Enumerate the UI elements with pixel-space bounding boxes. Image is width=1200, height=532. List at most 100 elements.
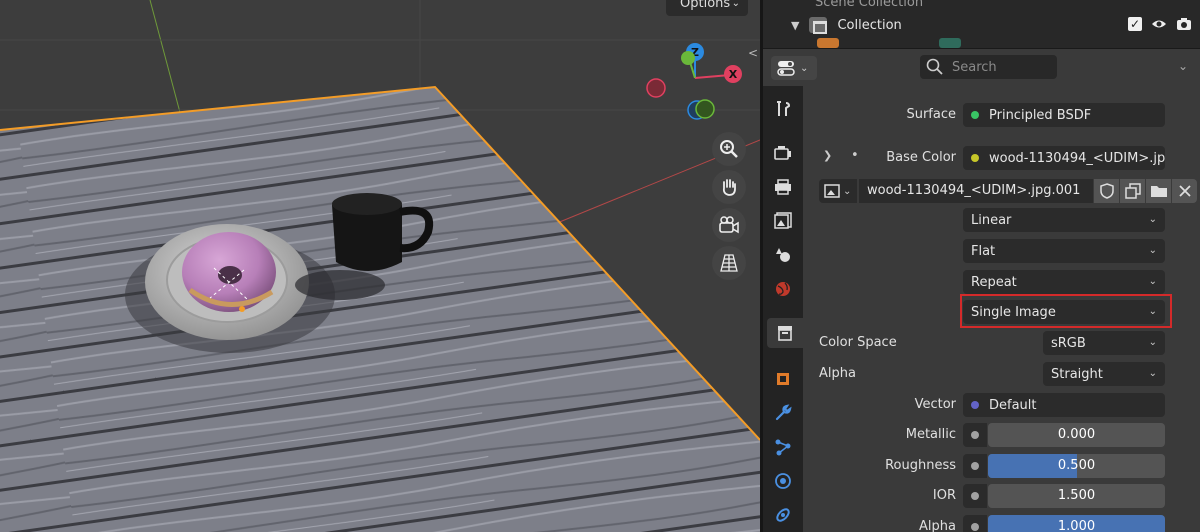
chevron-down-icon[interactable]: ⌄ [1178, 59, 1188, 73]
ior-label: IOR [932, 488, 956, 503]
search-field[interactable]: Search [920, 55, 1057, 79]
annotation-highlight-box [960, 294, 1172, 328]
printer-icon [775, 179, 791, 195]
object-tab[interactable] [767, 364, 799, 394]
interpolation-dropdown[interactable]: Linear ⌄ [963, 208, 1165, 232]
properties-tabs [763, 86, 803, 532]
wrench-screwdriver-icon [777, 101, 791, 116]
projection-value: Flat [971, 243, 996, 259]
modifier-tab[interactable] [767, 398, 799, 428]
navigation-gizmo[interactable]: Z X [640, 40, 750, 130]
orbit-icon [775, 473, 791, 489]
color-space-dropdown[interactable]: sRGB ⌄ [1043, 331, 1165, 355]
alpha-mode-value: Straight [1051, 366, 1103, 382]
options-dropdown[interactable]: Options ⌄ [666, 0, 748, 16]
collection-tab[interactable] [767, 318, 803, 348]
metallic-slider[interactable]: 0.000 [988, 423, 1165, 447]
image-datablock-row: ⌄ wood-1130494_<UDIM>.jpg.001 [819, 179, 1197, 203]
physics-tab[interactable] [767, 466, 799, 496]
chevron-down-icon: ⌄ [1148, 245, 1157, 256]
zoom-button[interactable] [712, 132, 746, 166]
image-icon [774, 212, 792, 229]
roughness-label: Roughness [885, 458, 956, 473]
chevron-down-icon[interactable]: ❯ [823, 149, 832, 162]
fake-user-button[interactable] [1094, 179, 1119, 203]
base-color-field[interactable]: wood-1130494_<UDIM>.jpg.001 [963, 146, 1165, 170]
alpha-value: 1.000 [1057, 519, 1096, 532]
folder-icon [1150, 186, 1167, 197]
square-icon [777, 373, 789, 385]
surface-row: Surface Principled BSDF [803, 103, 1200, 127]
particles-tab[interactable] [767, 432, 799, 462]
base-color-value: wood-1130494_<UDIM>.jpg.001 [989, 150, 1165, 166]
output-tab[interactable] [767, 172, 799, 202]
outliner[interactable]: Scene Collection ▼ Collection ✓ [763, 0, 1200, 48]
camera-render-icon[interactable] [1176, 17, 1192, 31]
render-tab[interactable] [767, 138, 799, 168]
hand-icon [722, 179, 736, 196]
color-socket-icon [971, 154, 979, 162]
scene-icon [776, 248, 790, 262]
3d-viewport[interactable]: Options ⌄ Z X < [0, 0, 760, 532]
perspective-toggle-button[interactable] [712, 246, 746, 280]
grid-perspective-icon [720, 254, 738, 272]
image-name-field[interactable]: wood-1130494_<UDIM>.jpg.001 [859, 179, 1093, 203]
nodes-icon [775, 439, 791, 456]
roughness-slider[interactable]: 0.500 [988, 454, 1165, 478]
collection-icon [809, 17, 828, 34]
socket-dot-icon [971, 523, 979, 531]
unlink-button[interactable] [1172, 179, 1197, 203]
collection-row[interactable]: ▼ Collection ✓ [763, 14, 1200, 36]
chevron-down-icon[interactable]: ▼ [791, 19, 799, 32]
roughness-row: Roughness 0.500 [803, 454, 1200, 478]
ior-socket-button[interactable] [963, 484, 987, 508]
exclude-checkbox[interactable]: ✓ [1128, 17, 1142, 31]
chevron-down-icon: ⌄ [843, 185, 852, 197]
camera-icon [719, 216, 739, 234]
world-tab[interactable] [767, 274, 799, 304]
roughness-value: 0.500 [1057, 458, 1096, 473]
base-color-row: ❯ • Base Color wood-1130494_<UDIM>.jpg.0… [803, 146, 1200, 170]
vector-field[interactable]: Default [963, 393, 1165, 417]
surface-label: Surface [906, 107, 956, 122]
svg-text:X: X [729, 68, 738, 81]
alpha-mode-label: Alpha [819, 366, 856, 381]
tool-tab[interactable] [767, 94, 799, 124]
constraints-tab[interactable] [767, 500, 799, 530]
object-icon [817, 38, 839, 48]
properties-editor-icon [777, 61, 795, 76]
alpha-socket-button[interactable] [963, 515, 987, 532]
camera-view-button[interactable] [712, 208, 746, 242]
close-icon [1178, 185, 1191, 197]
surface-value: Principled BSDF [989, 107, 1092, 123]
projection-dropdown[interactable]: Flat ⌄ [963, 239, 1165, 263]
box-icon [778, 326, 792, 341]
camera-back-icon [774, 146, 791, 160]
open-image-button[interactable] [1146, 179, 1171, 203]
ior-value: 1.500 [1057, 488, 1096, 503]
color-space-label: Color Space [819, 335, 897, 350]
collection-label: Collection [837, 17, 902, 33]
material-properties: Surface Principled BSDF ❯ • Base Color w… [803, 86, 1200, 532]
alpha-slider[interactable]: 1.000 [988, 515, 1165, 532]
surface-shader-field[interactable]: Principled BSDF [963, 103, 1165, 127]
scene-collection-row[interactable]: Scene Collection [763, 0, 1200, 13]
view-layer-tab[interactable] [767, 206, 799, 236]
extension-dropdown[interactable]: Repeat ⌄ [963, 270, 1165, 294]
image-browse-button[interactable]: ⌄ [819, 179, 857, 203]
eye-icon[interactable] [1151, 18, 1167, 30]
vector-value: Default [989, 397, 1037, 413]
pan-button[interactable] [712, 170, 746, 204]
color-space-row: Color Space sRGB ⌄ [803, 331, 1200, 355]
metallic-socket-button[interactable] [963, 423, 987, 447]
collapse-sidebar-icon[interactable]: < [748, 46, 758, 60]
scene-tab[interactable] [767, 240, 799, 270]
roughness-socket-button[interactable] [963, 454, 987, 478]
globe-icon [776, 282, 790, 296]
ior-slider[interactable]: 1.500 [988, 484, 1165, 508]
metallic-value: 0.000 [1057, 427, 1096, 442]
editor-type-dropdown[interactable]: ⌄ [771, 56, 817, 80]
alpha-mode-dropdown[interactable]: Straight ⌄ [1043, 362, 1165, 386]
duplicate-button[interactable] [1120, 179, 1145, 203]
extension-value: Repeat [971, 274, 1017, 290]
